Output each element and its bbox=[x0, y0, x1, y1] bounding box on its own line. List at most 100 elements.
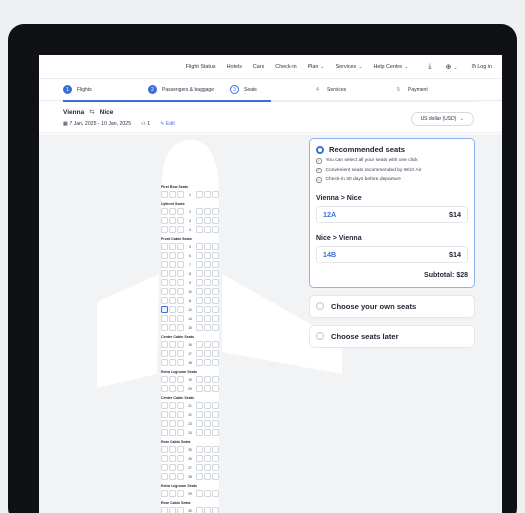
seat[interactable] bbox=[196, 288, 203, 295]
seat[interactable] bbox=[177, 306, 184, 313]
seat[interactable] bbox=[169, 315, 176, 322]
seat[interactable] bbox=[177, 411, 184, 418]
seat[interactable] bbox=[169, 376, 176, 383]
seat[interactable] bbox=[161, 279, 168, 286]
seat[interactable] bbox=[212, 411, 219, 418]
seat[interactable] bbox=[212, 208, 219, 215]
seat[interactable] bbox=[204, 464, 211, 471]
seat[interactable] bbox=[169, 252, 176, 259]
seat[interactable] bbox=[161, 324, 168, 331]
seat[interactable] bbox=[169, 446, 176, 453]
seat[interactable] bbox=[161, 315, 168, 322]
seat[interactable] bbox=[204, 288, 211, 295]
seat[interactable] bbox=[204, 324, 211, 331]
seat[interactable] bbox=[204, 252, 211, 259]
seat[interactable] bbox=[169, 507, 176, 513]
seat[interactable] bbox=[169, 297, 176, 304]
seat[interactable] bbox=[177, 261, 184, 268]
seat[interactable] bbox=[161, 191, 168, 198]
seat[interactable] bbox=[204, 341, 211, 348]
seat[interactable] bbox=[204, 429, 211, 436]
seat[interactable] bbox=[161, 473, 168, 480]
seat[interactable] bbox=[169, 341, 176, 348]
seat[interactable] bbox=[196, 306, 203, 313]
seat[interactable] bbox=[177, 279, 184, 286]
seat[interactable] bbox=[204, 455, 211, 462]
download-icon[interactable]: ⤓ bbox=[428, 63, 431, 71]
seat[interactable] bbox=[212, 402, 219, 409]
seat[interactable] bbox=[196, 315, 203, 322]
seat[interactable] bbox=[196, 243, 203, 250]
seat[interactable] bbox=[212, 490, 219, 497]
seat[interactable] bbox=[196, 341, 203, 348]
option-radio[interactable] bbox=[316, 302, 324, 310]
seat[interactable] bbox=[204, 420, 211, 427]
seat[interactable] bbox=[204, 217, 211, 224]
seat[interactable] bbox=[212, 243, 219, 250]
seat[interactable] bbox=[161, 306, 168, 313]
seat[interactable] bbox=[204, 350, 211, 357]
seat[interactable] bbox=[169, 243, 176, 250]
nav-hotels[interactable]: Hotels bbox=[227, 64, 242, 70]
seat[interactable] bbox=[177, 350, 184, 357]
seat[interactable] bbox=[212, 226, 219, 233]
seat[interactable] bbox=[204, 261, 211, 268]
seat[interactable] bbox=[169, 261, 176, 268]
step-payment[interactable]: 5 Payment bbox=[394, 85, 428, 94]
seat[interactable] bbox=[169, 420, 176, 427]
seat[interactable] bbox=[161, 288, 168, 295]
seat[interactable] bbox=[177, 376, 184, 383]
seat[interactable] bbox=[169, 359, 176, 366]
seat[interactable] bbox=[212, 191, 219, 198]
seat[interactable] bbox=[161, 270, 168, 277]
seat[interactable] bbox=[161, 359, 168, 366]
seat[interactable] bbox=[177, 243, 184, 250]
seat[interactable] bbox=[169, 402, 176, 409]
option-radio[interactable] bbox=[316, 332, 324, 340]
seat[interactable] bbox=[196, 191, 203, 198]
seat[interactable] bbox=[204, 411, 211, 418]
seat[interactable] bbox=[196, 297, 203, 304]
seat[interactable] bbox=[196, 402, 203, 409]
choose-own-seats-option[interactable]: Choose your own seats bbox=[309, 294, 475, 318]
seat[interactable] bbox=[177, 341, 184, 348]
nav-check-in[interactable]: Check-in bbox=[275, 64, 296, 70]
seat[interactable] bbox=[196, 420, 203, 427]
step-services[interactable]: 4 Services bbox=[313, 85, 346, 94]
seat[interactable] bbox=[212, 341, 219, 348]
seat[interactable] bbox=[212, 446, 219, 453]
seat[interactable] bbox=[196, 429, 203, 436]
seat[interactable] bbox=[196, 507, 203, 513]
choose-seats-later-option[interactable]: Choose seats later bbox=[309, 324, 475, 348]
step-seats[interactable]: 3 Seats bbox=[230, 85, 257, 94]
seat[interactable] bbox=[196, 226, 203, 233]
seat[interactable] bbox=[177, 359, 184, 366]
seat[interactable] bbox=[204, 446, 211, 453]
seat[interactable] bbox=[196, 324, 203, 331]
seat[interactable] bbox=[161, 385, 168, 392]
seat[interactable] bbox=[169, 306, 176, 313]
seat[interactable] bbox=[169, 226, 176, 233]
seat[interactable] bbox=[169, 191, 176, 198]
seat[interactable] bbox=[177, 297, 184, 304]
seat[interactable] bbox=[169, 208, 176, 215]
seat[interactable] bbox=[196, 376, 203, 383]
seat[interactable] bbox=[161, 217, 168, 224]
nav-services-menu[interactable]: Services ⌄ bbox=[336, 64, 363, 70]
seat[interactable] bbox=[212, 359, 219, 366]
seat[interactable] bbox=[204, 306, 211, 313]
nav-flight-status[interactable]: Flight Status bbox=[186, 64, 216, 70]
seat[interactable] bbox=[196, 464, 203, 471]
seat[interactable] bbox=[196, 446, 203, 453]
seat[interactable] bbox=[169, 217, 176, 224]
seat[interactable] bbox=[169, 411, 176, 418]
seat[interactable] bbox=[177, 252, 184, 259]
recommended-seats-card[interactable]: Recommended seats ✓ You can select all yo… bbox=[309, 138, 475, 288]
seat[interactable] bbox=[212, 306, 219, 313]
seat[interactable] bbox=[169, 473, 176, 480]
seat[interactable] bbox=[212, 464, 219, 471]
currency-select[interactable]: US dollar (USD) ⌄ bbox=[410, 112, 474, 126]
seat[interactable] bbox=[177, 420, 184, 427]
seat[interactable] bbox=[161, 261, 168, 268]
seat[interactable] bbox=[196, 385, 203, 392]
